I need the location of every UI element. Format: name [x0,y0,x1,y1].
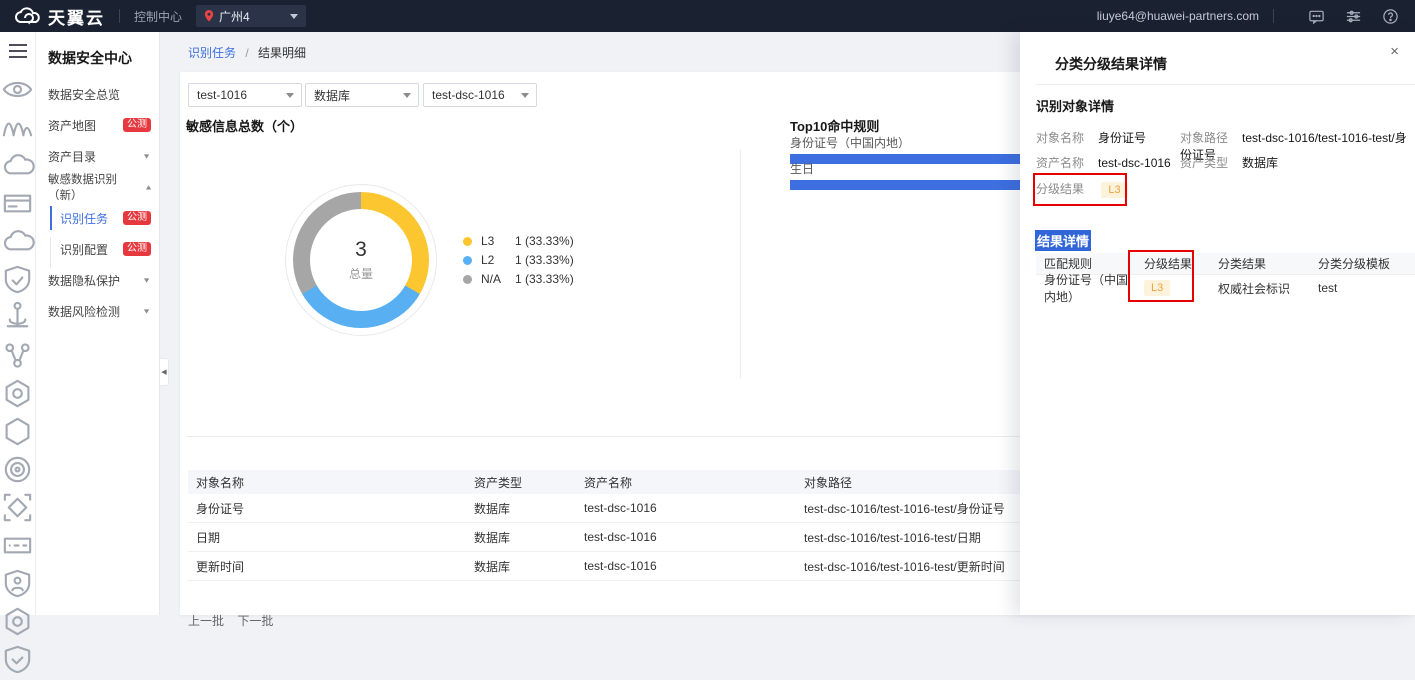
field-asset-name: 资产名称test-dsc-1016 [1036,154,1171,171]
sidebar-item-overview[interactable]: 数据安全总览 [36,82,159,106]
close-icon[interactable]: × [1390,44,1399,59]
top10-chart-title: Top10命中规则 [790,116,879,135]
sidebar: 数据安全中心 数据安全总览 资产地图 公测 资产目录 ▼ 敏感数据识别（新） ▲… [36,32,160,615]
divider [1036,84,1415,85]
chevron-down-icon [290,14,298,19]
object-section-title: 识别对象详情 [1036,96,1114,115]
console-link[interactable]: 控制中心 [134,8,182,25]
chevron-down-icon [286,93,294,98]
eye-icon[interactable] [0,96,35,110]
chevron-down-icon: ▼ [142,152,151,160]
rings-icon[interactable] [0,476,35,490]
message-icon[interactable] [1308,8,1325,25]
beta-badge: 公测 [123,242,151,256]
field-asset-type: 资产类型数据库 [1180,154,1278,171]
donut-total-label: 总量 [349,265,373,282]
detail-panel: × 分类分级结果详情 识别对象详情 对象名称身份证号 对象路径test-dsc-… [1020,32,1415,615]
table-row[interactable]: 身份证号（中国内地） L3 权威社会标识 test [1036,275,1415,301]
chevron-down-icon [403,93,411,98]
cloud-icon[interactable] [0,172,35,186]
chevron-down-icon [521,93,529,98]
annotation-box-level-result [1033,173,1127,206]
top-bar: 天翼云 控制中心 广州4 liuye64@huawei-partners.com [0,0,1415,32]
legend-item[interactable]: L2 1 (33.33%) [463,251,574,269]
cloud-icon[interactable] [0,248,35,262]
result-section-title: 结果详情 [1035,230,1091,251]
sliders-icon[interactable] [1345,8,1362,25]
result-detail-table: 匹配规则 分级结果 分类结果 分类分级模板 身份证号（中国内地） L3 权威社会… [1036,253,1415,301]
menu-icon[interactable] [9,44,27,58]
nodes-icon[interactable] [0,362,35,376]
legend-item[interactable]: N/A 1 (33.33%) [463,270,574,288]
gear-icon[interactable] [0,628,35,642]
beta-badge: 公测 [123,118,151,132]
region-value: 广州4 [219,8,290,25]
task-select[interactable]: test-1016 [188,83,302,107]
chevron-down-icon: ▼ [142,276,151,284]
icon-rail [0,32,36,615]
sidebar-collapse-handle[interactable]: ◀ [160,358,169,386]
help-icon[interactable] [1382,8,1399,25]
panel-icon[interactable] [0,210,35,224]
chevron-down-icon: ▼ [142,307,151,315]
breadcrumb-parent[interactable]: 识别任务 [188,46,236,60]
next-batch-link[interactable]: 下一批 [237,614,273,628]
divider [1273,9,1274,23]
sidebar-item-recognition-config[interactable]: 识别配置 公测 [36,237,159,261]
chevron-up-icon: ▲ [144,183,153,191]
donut-legend: L3 1 (33.33%) L2 1 (33.33%) N/A 1 (33.33… [463,232,574,289]
brand-logo[interactable]: 天翼云 [14,4,105,29]
legend-dot-l3 [463,237,472,246]
donut-chart-title: 敏感信息总数（个） [186,116,303,135]
waves-icon[interactable] [0,134,35,148]
asset-type-select[interactable]: 数据库 [305,83,419,107]
user-email[interactable]: liuye64@huawei-partners.com [1097,9,1259,23]
location-pin-icon [204,10,214,22]
shield-user-icon[interactable] [0,590,35,604]
sidebar-item-asset-map[interactable]: 资产地图 公测 [36,113,159,137]
sidebar-item-sensitive-data[interactable]: 敏感数据识别（新） ▲ [36,175,159,199]
beta-badge: 公测 [123,211,151,225]
gear-icon[interactable] [0,400,35,414]
sidebar-item-risk-detection[interactable]: 数据风险检测 ▼ [36,299,159,323]
brand-name: 天翼云 [48,4,105,29]
breadcrumb-current: 结果明细 [258,46,306,60]
anchor-icon[interactable] [0,324,35,338]
shield-check-icon[interactable] [0,666,35,680]
hexagon-icon[interactable] [0,438,35,452]
legend-item[interactable]: L3 1 (33.33%) [463,232,574,250]
divider [119,9,120,23]
cloud-logo-icon [14,7,41,25]
region-selector[interactable]: 广州4 [196,5,306,27]
field-object-name: 对象名称身份证号 [1036,129,1146,146]
sidebar-item-recognition-task[interactable]: 识别任务 公测 [36,206,159,230]
sidebar-item-privacy-protection[interactable]: 数据隐私保护 ▼ [36,268,159,292]
donut-total-value: 3 [355,238,367,262]
legend-dot-l2 [463,256,472,265]
crosshair-icon[interactable] [0,514,35,528]
donut-center: 3 总量 [310,209,412,311]
prev-batch-link[interactable]: 上一批 [188,614,224,628]
sidebar-item-asset-catalog[interactable]: 资产目录 ▼ [36,144,159,168]
annotation-box-level-column [1128,250,1194,302]
vertical-divider [740,150,741,378]
panel-title: 分类分级结果详情 [1055,54,1167,74]
shield-icon[interactable] [0,286,35,300]
sidebar-title: 数据安全中心 [36,32,159,82]
panel-dots-icon[interactable] [0,552,35,566]
legend-dot-na [463,275,472,284]
asset-select[interactable]: test-dsc-1016 [423,83,537,107]
breadcrumb: 识别任务 / 结果明细 [188,44,306,61]
